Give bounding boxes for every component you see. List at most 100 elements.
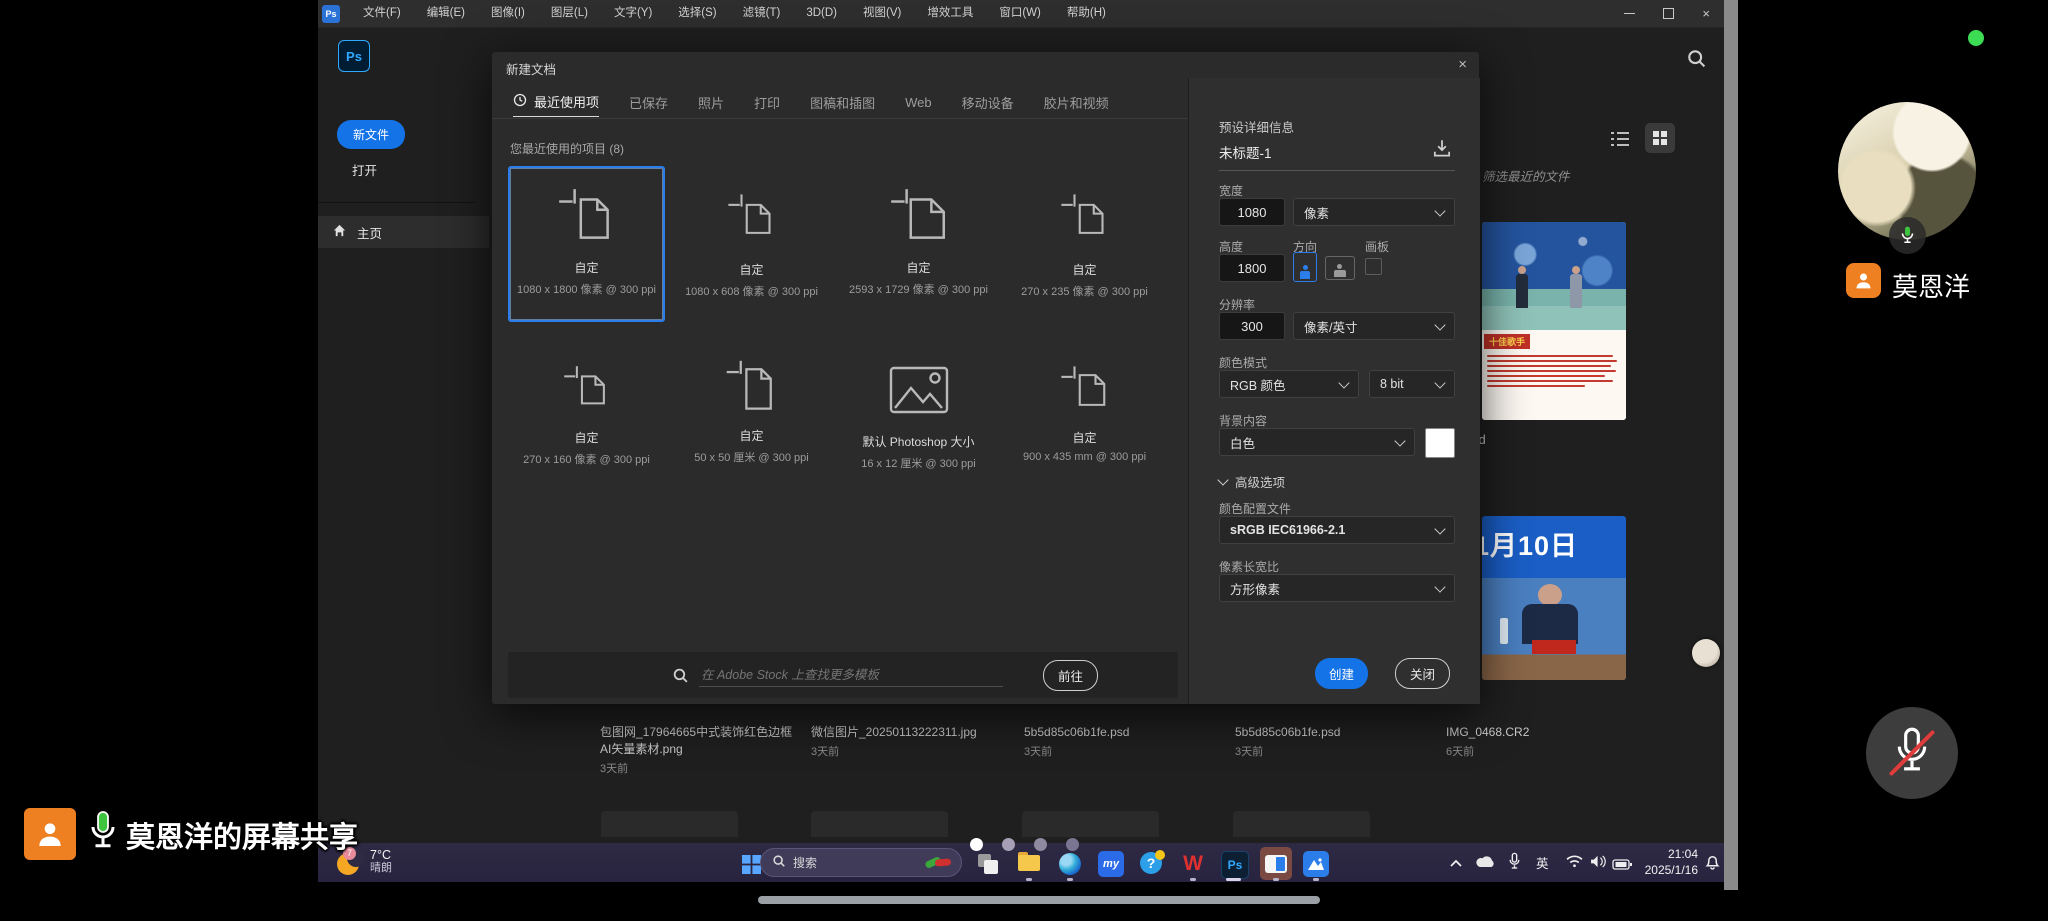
floating-participant-bubble[interactable] <box>1692 639 1720 667</box>
create-button[interactable]: 创建 <box>1315 658 1368 689</box>
poster-banner: 十佳歌手 <box>1484 334 1530 349</box>
onedrive-cloud-icon[interactable] <box>1476 855 1496 873</box>
menu-3d[interactable]: 3D(D) <box>793 0 850 27</box>
preset-card[interactable]: 自定 50 x 50 厘米 @ 300 ppi <box>673 348 830 490</box>
tab-web[interactable]: Web <box>905 95 932 115</box>
open-button[interactable]: 打开 <box>352 160 377 179</box>
search-icon[interactable] <box>1686 48 1707 74</box>
partial-card <box>1233 811 1370 837</box>
file-explorer-icon[interactable] <box>1016 851 1042 877</box>
participant-avatar-icon <box>1846 263 1881 298</box>
resolution-input[interactable] <box>1219 312 1285 340</box>
edge-browser-icon[interactable] <box>1057 851 1083 877</box>
color-mode-dropdown[interactable]: RGB 颜色 <box>1219 370 1359 398</box>
preset-card-default-photoshop[interactable]: 默认 Photoshop 大小 16 x 12 厘米 @ 300 ppi <box>840 348 997 490</box>
document-name[interactable]: 未标题-1 <box>1219 142 1272 162</box>
pixel-aspect-dropdown[interactable]: 方形像素 <box>1219 574 1455 602</box>
menu-layer[interactable]: 图层(L) <box>538 0 601 27</box>
stock-search-input[interactable] <box>699 664 1003 687</box>
share-owner-avatar-icon <box>24 808 76 860</box>
dialog-close-icon[interactable]: × <box>1458 56 1467 73</box>
task-view-icon[interactable] <box>975 851 1001 877</box>
menu-help[interactable]: 帮助(H) <box>1054 0 1119 27</box>
height-input[interactable] <box>1219 254 1285 282</box>
mountain-app-icon[interactable] <box>1303 851 1329 877</box>
recent-section-title: 您最近使用的项目 (8) <box>510 140 624 157</box>
tab-photo[interactable]: 照片 <box>698 93 724 117</box>
wps-icon[interactable]: W <box>1180 851 1206 877</box>
orientation-landscape-button[interactable] <box>1325 256 1355 280</box>
color-profile-dropdown[interactable]: sRGB IEC61966-2.1 <box>1219 516 1455 544</box>
artboard-label: 画板 <box>1365 238 1389 255</box>
meeting-horizontal-scrollbar[interactable] <box>758 896 1320 904</box>
ime-indicator[interactable]: 英 <box>1536 853 1549 872</box>
color-mode-label: 颜色模式 <box>1219 354 1267 371</box>
tab-mobile[interactable]: 移动设备 <box>962 93 1014 117</box>
go-button[interactable]: 前往 <box>1043 660 1098 691</box>
battery-icon[interactable] <box>1612 857 1632 875</box>
advanced-options-toggle[interactable]: 高级选项 <box>1219 472 1285 491</box>
recent-file-thumbnail-stage[interactable]: 十佳歌手 <box>1482 222 1626 420</box>
grid-view-icon[interactable] <box>1645 123 1675 153</box>
menu-view[interactable]: 视图(V) <box>850 0 914 27</box>
menu-select[interactable]: 选择(S) <box>665 0 729 27</box>
tab-recent[interactable]: 最近使用项 <box>513 92 599 117</box>
maximize-icon[interactable] <box>1663 8 1674 19</box>
menu-edit[interactable]: 编辑(E) <box>414 0 478 27</box>
artboard-checkbox[interactable] <box>1365 258 1382 275</box>
volume-icon[interactable] <box>1590 855 1607 873</box>
file-time: 3天前 <box>1024 743 1129 759</box>
preset-card[interactable]: 自定 270 x 160 像素 @ 300 ppi <box>508 348 665 490</box>
preset-card[interactable]: 自定 900 x 435 mm @ 300 ppi <box>1006 348 1163 490</box>
tray-mic-icon[interactable] <box>1508 852 1521 876</box>
background-dropdown[interactable]: 白色 <box>1219 428 1415 456</box>
tab-art-illustration[interactable]: 图稿和插图 <box>810 93 875 117</box>
minimize-icon[interactable] <box>1624 13 1635 15</box>
close-button[interactable]: 关闭 <box>1395 658 1450 689</box>
menu-window[interactable]: 窗口(W) <box>986 0 1054 27</box>
menu-plugins[interactable]: 增效工具 <box>914 0 986 27</box>
notification-bell-icon[interactable] <box>1704 853 1721 875</box>
tab-print[interactable]: 打印 <box>754 93 780 117</box>
preset-card[interactable]: 自定 2593 x 1729 像素 @ 300 ppi <box>840 166 997 322</box>
preset-card[interactable]: 自定 1080 x 608 像素 @ 300 ppi <box>673 166 830 322</box>
meeting-vertical-scrollbar[interactable] <box>1724 0 1738 890</box>
taskbar-search[interactable]: 搜索 <box>760 848 962 877</box>
list-view-icon[interactable] <box>1610 130 1630 153</box>
chevron-down-icon <box>1434 523 1445 534</box>
save-preset-icon[interactable] <box>1431 138 1453 165</box>
photoshop-task-icon[interactable]: Ps <box>1221 851 1249 879</box>
help-app-icon[interactable]: ? <box>1139 851 1165 877</box>
width-unit-dropdown[interactable]: 像素 <box>1293 198 1455 226</box>
my-app-icon[interactable]: my <box>1098 851 1124 877</box>
tab-saved[interactable]: 已保存 <box>629 93 668 117</box>
new-file-button[interactable]: 新文件 <box>337 120 405 149</box>
orientation-portrait-button[interactable] <box>1293 252 1317 282</box>
recent-file-thumbnail-press[interactable]: 1月10日 <box>1482 516 1626 680</box>
preset-card-selected[interactable]: 自定 1080 x 1800 像素 @ 300 ppi <box>508 166 665 322</box>
background-color-swatch[interactable] <box>1425 428 1455 458</box>
file-entry[interactable]: IMG_0468.CR2 6天前 <box>1446 724 1529 759</box>
preset-card[interactable]: 自定 270 x 235 像素 @ 300 ppi <box>1006 166 1163 322</box>
resolution-unit-dropdown[interactable]: 像素/英寸 <box>1293 312 1455 340</box>
tray-expand-icon[interactable] <box>1449 855 1463 873</box>
tab-film-video[interactable]: 胶片和视频 <box>1044 93 1109 117</box>
menu-filter[interactable]: 滤镜(T) <box>730 0 794 27</box>
file-entry[interactable]: 5b5d85c06b1fe.psd 3天前 <box>1024 724 1129 759</box>
menu-file[interactable]: 文件(F) <box>350 0 414 27</box>
filter-recent-files[interactable]: 选 筛选最近的文件 <box>1466 166 1586 185</box>
clock[interactable]: 21:04 2025/1/16 <box>1636 846 1698 878</box>
menu-type[interactable]: 文字(Y) <box>601 0 665 27</box>
file-time: 6天前 <box>1446 743 1529 759</box>
close-window-icon[interactable]: × <box>1702 7 1710 20</box>
file-entry[interactable]: 微信图片_20250113222311.jpg 3天前 <box>811 724 977 759</box>
file-entry[interactable]: 5b5d85c06b1fe.psd 3天前 <box>1235 724 1340 759</box>
microphone-mute-button[interactable] <box>1866 707 1958 799</box>
file-entry[interactable]: 包图网_17964665中式装饰红色边框AI矢量素材.png 3天前 <box>600 724 795 776</box>
sidebar-item-home[interactable]: 主页 <box>318 216 489 248</box>
meeting-app-icon-active[interactable] <box>1260 847 1292 880</box>
menu-image[interactable]: 图像(I) <box>478 0 538 27</box>
bit-depth-dropdown[interactable]: 8 bit <box>1369 370 1455 398</box>
wifi-icon[interactable] <box>1566 855 1583 873</box>
width-input[interactable] <box>1219 198 1285 226</box>
